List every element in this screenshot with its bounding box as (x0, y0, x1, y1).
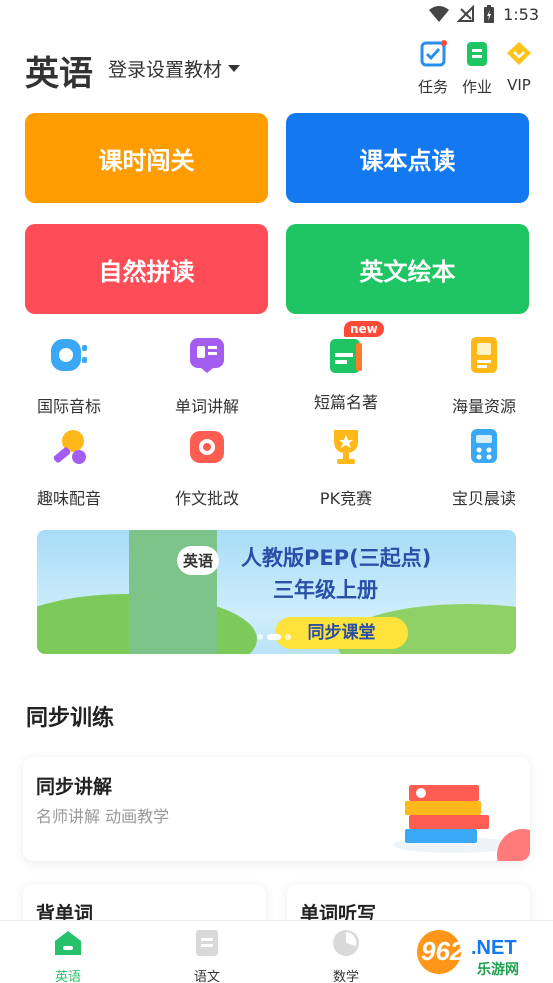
feature-label: 国际音标 (36, 397, 101, 416)
essay-icon (190, 431, 224, 463)
books-stack-icon (393, 785, 530, 861)
banner-title: 人教版PEP(三起点) (241, 546, 432, 570)
watermark-sub: 乐游网 (477, 961, 519, 978)
no-signal-icon (457, 5, 475, 22)
phonetic-icon (51, 339, 87, 371)
watermark-number: 962 (421, 936, 465, 966)
feature-morning-read[interactable]: 宝贝晨读 (424, 427, 544, 509)
math-icon (333, 930, 359, 956)
tile-textbook-reading[interactable]: 课本点读 (286, 113, 529, 203)
dubbing-icon (53, 430, 86, 464)
homework-label: 作业 (461, 78, 492, 96)
feature-essay[interactable]: 作文批改 (147, 427, 267, 509)
tab-label: 数学 (332, 970, 359, 983)
tile-lesson-challenge[interactable]: 课时闯关 (25, 113, 268, 203)
classics-icon (330, 339, 362, 373)
tasks-label: 任务 (417, 78, 448, 96)
wifi-icon (429, 6, 450, 22)
textbook-cover-title: 英语 (177, 546, 220, 575)
promo-banner[interactable]: 英语 人教版PEP(三起点) 三年级上册 同步课堂 (37, 530, 516, 654)
tab-english[interactable]: 英语 (38, 929, 98, 983)
status-bar: 1:53 (0, 0, 553, 34)
classics-icon-wrap: new (326, 321, 384, 375)
section-title: 同步训练 (26, 700, 125, 734)
subject-title[interactable]: 英语 (25, 46, 93, 95)
carousel-dot-active (267, 634, 281, 640)
card-sync-lecture[interactable]: 同步讲解 名师讲解 动画教学 (23, 757, 530, 861)
watermark-logo: 962 .NET 乐游网 (417, 930, 519, 978)
caret-down-icon (228, 64, 241, 72)
header: 英语 登录设置教材 任务 作业 VIP (0, 40, 553, 98)
vip-button[interactable]: VIP (499, 40, 539, 94)
sync-class-button[interactable]: 同步课堂 (275, 617, 408, 649)
tab-label: 英语 (54, 970, 81, 983)
task-check-icon (420, 40, 447, 67)
feature-label: 作文批改 (174, 489, 239, 508)
feature-word-explain[interactable]: 单词讲解 (147, 335, 267, 417)
card-subtitle: 名师讲解 动画教学 (36, 807, 170, 826)
diamond-icon (507, 42, 531, 65)
homework-button[interactable]: 作业 (457, 40, 497, 97)
feature-dubbing[interactable]: 趣味配音 (9, 427, 129, 509)
feature-label: 海量资源 (451, 397, 516, 416)
book-icon (196, 930, 218, 956)
trophy-icon (334, 430, 358, 464)
carousel-dot (257, 634, 263, 640)
feature-label: 单词讲解 (174, 397, 239, 416)
feature-label: 宝贝晨读 (451, 489, 516, 508)
tab-math[interactable]: 数学 (316, 929, 376, 983)
word-explain-icon (190, 338, 224, 373)
tab-chinese[interactable]: 语文 (177, 929, 237, 983)
homework-icon (467, 42, 487, 66)
textbook-selector-label: 登录设置教材 (108, 59, 223, 81)
battery-icon (484, 5, 495, 23)
home-icon (55, 931, 81, 955)
textbook-selector[interactable]: 登录设置教材 (108, 55, 241, 82)
new-badge: new (344, 321, 384, 337)
vip-label: VIP (507, 76, 531, 94)
feature-pk-contest[interactable]: PK竞赛 (286, 427, 406, 509)
tile-phonics[interactable]: 自然拼读 (25, 224, 268, 314)
tile-picture-books[interactable]: 英文绘本 (286, 224, 529, 314)
tasks-button[interactable]: 任务 (413, 40, 453, 97)
status-icons: 1:53 (429, 4, 539, 24)
card-title: 同步讲解 (36, 776, 113, 798)
watermark-suffix: .NET (471, 937, 517, 959)
feature-label: 趣味配音 (36, 489, 101, 508)
carousel-dot (285, 634, 291, 640)
feature-resources[interactable]: 海量资源 (424, 335, 544, 417)
feature-classics[interactable]: new 短篇名著 (286, 321, 406, 413)
banner-grade: 三年级上册 (273, 578, 378, 602)
carousel-dots (257, 634, 291, 640)
feature-label: 短篇名著 (313, 393, 378, 412)
resources-icon (471, 337, 497, 373)
feature-label: PK竞赛 (319, 489, 373, 508)
status-time: 1:53 (503, 4, 539, 24)
tab-label: 语文 (193, 970, 220, 983)
morning-read-icon (471, 429, 497, 463)
feature-phonetics[interactable]: 国际音标 (9, 335, 129, 417)
